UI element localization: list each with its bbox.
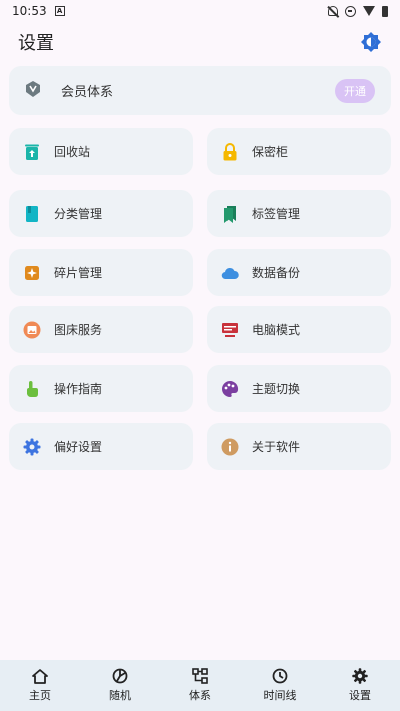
tile-preferences[interactable]: 偏好设置 xyxy=(9,423,193,470)
battery-icon xyxy=(382,5,388,17)
hierarchy-icon xyxy=(192,668,208,684)
status-bar: 10:53 A xyxy=(0,0,400,22)
clock-icon xyxy=(272,668,288,684)
home-icon xyxy=(32,668,48,684)
member-card[interactable]: 会员体系 开通 xyxy=(9,66,391,115)
nav-home[interactable]: 主页 xyxy=(0,668,80,703)
image-icon xyxy=(23,321,41,339)
app-notification-icon: A xyxy=(54,6,65,16)
tile-desktop-mode[interactable]: 电脑模式 xyxy=(207,306,391,353)
theme-toggle-icon[interactable] xyxy=(360,31,382,53)
tile-theme-switch[interactable]: 主题切换 xyxy=(207,365,391,412)
vip-badge-icon xyxy=(25,80,41,102)
book-icon xyxy=(23,205,41,223)
nav-random[interactable]: 随机 xyxy=(80,668,160,703)
nav-label: 体系 xyxy=(189,689,211,702)
pointer-icon xyxy=(23,380,41,398)
mute-bell-icon xyxy=(328,6,338,16)
tile-label: 标签管理 xyxy=(252,207,301,221)
tile-label: 偏好设置 xyxy=(54,440,103,454)
tile-data-backup[interactable]: 数据备份 xyxy=(207,249,391,296)
nav-settings[interactable]: 设置 xyxy=(320,668,400,703)
tile-label: 碎片管理 xyxy=(54,266,103,280)
bottom-navigation: 主页 随机 体系 时间线 设置 xyxy=(0,660,400,711)
page-title: 设置 xyxy=(18,33,54,54)
tile-label: 操作指南 xyxy=(54,382,103,396)
tile-user-guide[interactable]: 操作指南 xyxy=(9,365,193,412)
nav-label: 时间线 xyxy=(263,689,297,702)
cloud-icon xyxy=(221,264,239,282)
tile-safe[interactable]: 保密柜 xyxy=(207,128,391,175)
status-indicators xyxy=(328,5,388,17)
info-icon xyxy=(221,438,239,456)
nav-timeline[interactable]: 时间线 xyxy=(240,668,320,703)
tile-about[interactable]: 关于软件 xyxy=(207,423,391,470)
tile-image-hosting[interactable]: 图床服务 xyxy=(9,306,193,353)
tile-tag-management[interactable]: 标签管理 xyxy=(207,190,391,237)
member-label: 会员体系 xyxy=(61,85,114,100)
settings-icon xyxy=(352,668,368,684)
nav-label: 随机 xyxy=(109,689,131,702)
tile-recycle-bin[interactable]: 回收站 xyxy=(9,128,193,175)
sparkle-icon xyxy=(23,264,41,282)
nav-label: 设置 xyxy=(349,689,371,702)
tile-label: 保密柜 xyxy=(252,145,289,159)
gear-icon xyxy=(23,438,41,456)
tile-fragment-management[interactable]: 碎片管理 xyxy=(9,249,193,296)
tile-label: 数据备份 xyxy=(252,266,301,280)
tile-label: 回收站 xyxy=(54,145,91,159)
palette-icon xyxy=(221,380,239,398)
lock-icon xyxy=(221,142,239,161)
desktop-icon xyxy=(221,321,239,339)
tile-label: 图床服务 xyxy=(54,323,103,337)
tile-label: 分类管理 xyxy=(54,207,103,221)
tile-label: 电脑模式 xyxy=(252,323,301,337)
nav-hierarchy[interactable]: 体系 xyxy=(160,668,240,703)
wifi-icon xyxy=(363,6,375,16)
status-time: 10:53 xyxy=(12,4,47,18)
tile-label: 关于软件 xyxy=(252,440,301,454)
app-header: 设置 xyxy=(0,28,400,56)
bookmark-icon xyxy=(221,205,239,223)
trash-icon xyxy=(23,143,41,161)
open-membership-button[interactable]: 开通 xyxy=(335,78,375,103)
tile-label: 主题切换 xyxy=(252,382,301,396)
random-icon xyxy=(112,668,128,684)
nav-label: 主页 xyxy=(29,689,51,702)
tile-category-management[interactable]: 分类管理 xyxy=(9,190,193,237)
dnd-icon xyxy=(345,5,356,17)
